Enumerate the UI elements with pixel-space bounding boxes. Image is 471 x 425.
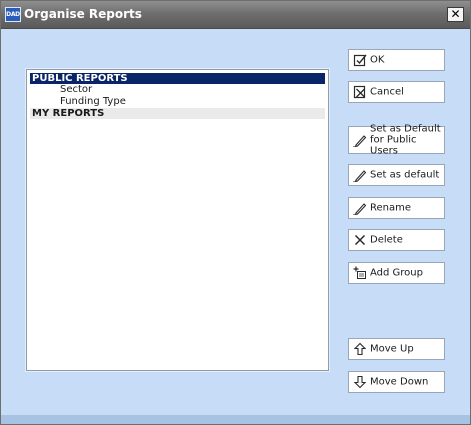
list-item-sector[interactable]: Sector — [30, 84, 325, 96]
set-default-button[interactable]: Set as default — [348, 164, 445, 186]
rename-button[interactable]: Rename — [348, 197, 445, 219]
list-group-public-reports[interactable]: PUBLIC REPORTS — [30, 73, 325, 84]
cancel-button-label: Cancel — [370, 86, 404, 98]
cancel-icon — [353, 85, 366, 99]
move-down-button-label: Move Down — [370, 376, 429, 388]
dialog-footer-strip — [1, 415, 470, 424]
add-group-button[interactable]: Add Group — [348, 262, 445, 284]
app-logo-icon: DAD — [5, 7, 21, 22]
delete-button-label: Delete — [370, 234, 403, 246]
list-group-my-reports[interactable]: MY REPORTS — [30, 108, 325, 119]
ok-button[interactable]: OK — [348, 49, 445, 71]
add-group-button-label: Add Group — [370, 267, 423, 279]
organise-reports-dialog: DAD Organise Reports ✕ PUBLIC REPORTS Se… — [0, 0, 471, 425]
set-default-public-button[interactable]: Set as Default for Public Users — [348, 123, 445, 157]
arrow-up-icon — [353, 342, 367, 356]
arrow-down-icon — [353, 375, 367, 389]
close-button[interactable]: ✕ — [447, 7, 464, 22]
list-item-funding-type[interactable]: Funding Type — [30, 96, 325, 108]
delete-icon — [354, 234, 366, 246]
set-default-public-button-label: Set as Default for Public Users — [370, 123, 441, 157]
delete-button[interactable]: Delete — [348, 229, 445, 251]
move-down-button[interactable]: Move Down — [348, 371, 445, 393]
dialog-title: Organise Reports — [24, 7, 142, 21]
title-bar[interactable]: DAD Organise Reports ✕ — [1, 1, 470, 29]
rename-button-label: Rename — [370, 202, 412, 214]
move-up-button-label: Move Up — [370, 343, 414, 355]
pencil-icon — [353, 203, 367, 215]
set-default-button-label: Set as default — [370, 169, 440, 181]
reports-listbox[interactable]: PUBLIC REPORTS Sector Funding Type MY RE… — [26, 69, 329, 371]
move-up-button[interactable]: Move Up — [348, 338, 445, 360]
cancel-button[interactable]: Cancel — [348, 81, 445, 103]
check-icon — [353, 54, 367, 67]
add-group-icon — [353, 266, 366, 279]
ok-button-label: OK — [370, 54, 385, 66]
pencil-icon — [353, 170, 367, 182]
pencil-icon — [353, 135, 367, 147]
